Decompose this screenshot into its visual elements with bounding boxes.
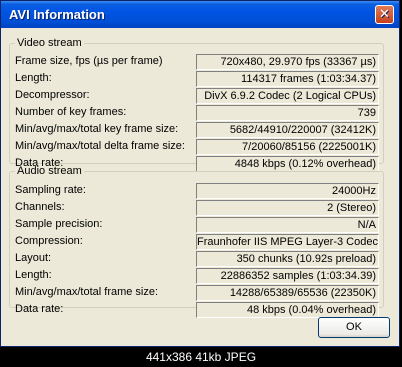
- video-label: Frame size, fps (µs per frame): [15, 55, 163, 67]
- audio-row-length: Length: 22886352 samples (1:03:34.39): [9, 268, 379, 284]
- video-stream-legend: Video stream: [17, 37, 82, 49]
- image-caption: 441x386 41kb JPEG: [145, 350, 257, 364]
- window-title: AVI Information: [9, 7, 105, 22]
- video-label: Min/avg/max/total key frame size:: [15, 123, 179, 135]
- audio-row-layout: Layout: 350 chunks (10.92s preload): [9, 251, 379, 267]
- audio-label: Sample precision:: [15, 218, 103, 230]
- audio-row-sample-precision: Sample precision: N/A: [9, 217, 379, 233]
- close-icon: ✕: [379, 6, 390, 21]
- video-row-delta-frame-size: Min/avg/max/total delta frame size: 7/20…: [9, 139, 379, 155]
- close-button[interactable]: ✕: [375, 5, 394, 24]
- audio-value: Fraunhofer IIS MPEG Layer-3 Codec: [196, 234, 379, 250]
- title-bar: AVI Information ✕: [1, 1, 399, 28]
- audio-row-compression: Compression: Fraunhofer IIS MPEG Layer-3…: [9, 234, 379, 250]
- ok-button[interactable]: OK: [318, 317, 390, 338]
- audio-label: Length:: [15, 269, 52, 281]
- audio-label: Sampling rate:: [15, 184, 86, 196]
- audio-label: Compression:: [15, 235, 83, 247]
- video-label: Number of key frames:: [15, 106, 127, 118]
- audio-label: Channels:: [15, 201, 65, 213]
- video-row-key-frame-size: Min/avg/max/total key frame size: 5682/4…: [9, 122, 379, 138]
- video-value: 720x480, 29.970 fps (33367 µs): [196, 54, 379, 70]
- audio-value: 2 (Stereo): [196, 200, 379, 216]
- audio-label: Layout:: [15, 252, 52, 264]
- video-row-frame-size: Frame size, fps (µs per frame) 720x480, …: [9, 54, 379, 70]
- audio-row-channels: Channels: 2 (Stereo): [9, 200, 379, 216]
- avi-information-dialog: AVI Information ✕ Video stream Frame siz…: [0, 0, 400, 347]
- video-row-length: Length: 114317 frames (1:03:34.37): [9, 71, 379, 87]
- video-label: Decompressor:: [15, 89, 90, 101]
- audio-value: 48 kbps (0.04% overhead): [196, 302, 379, 318]
- video-label: Length:: [15, 72, 52, 84]
- audio-label: Min/avg/max/total frame size:: [15, 286, 159, 298]
- audio-value: 350 chunks (10.92s preload): [196, 251, 379, 267]
- audio-value: 24000Hz: [196, 183, 379, 199]
- video-label: Min/avg/max/total delta frame size:: [15, 140, 185, 152]
- video-row-key-frames: Number of key frames: 739: [9, 105, 379, 121]
- audio-row-data-rate: Data rate: 48 kbps (0.04% overhead): [9, 302, 379, 318]
- audio-value: 22886352 samples (1:03:34.39): [196, 268, 379, 284]
- video-value: 5682/44910/220007 (32412K): [196, 122, 379, 138]
- audio-row-sampling-rate: Sampling rate: 24000Hz: [9, 183, 379, 199]
- video-value: 7/20060/85156 (2225001K): [196, 139, 379, 155]
- video-value: 114317 frames (1:03:34.37): [196, 71, 379, 87]
- audio-label: Data rate:: [15, 303, 64, 315]
- video-value: 739: [196, 105, 379, 121]
- audio-stream-legend: Audio stream: [17, 165, 82, 177]
- video-row-decompressor: Decompressor: DivX 6.9.2 Codec (2 Logica…: [9, 88, 379, 104]
- video-value: DivX 6.9.2 Codec (2 Logical CPUs): [196, 88, 379, 104]
- audio-row-frame-size: Min/avg/max/total frame size: 14288/6538…: [9, 285, 379, 301]
- audio-value: 14288/65389/65536 (22350K): [196, 285, 379, 301]
- audio-value: N/A: [196, 217, 379, 233]
